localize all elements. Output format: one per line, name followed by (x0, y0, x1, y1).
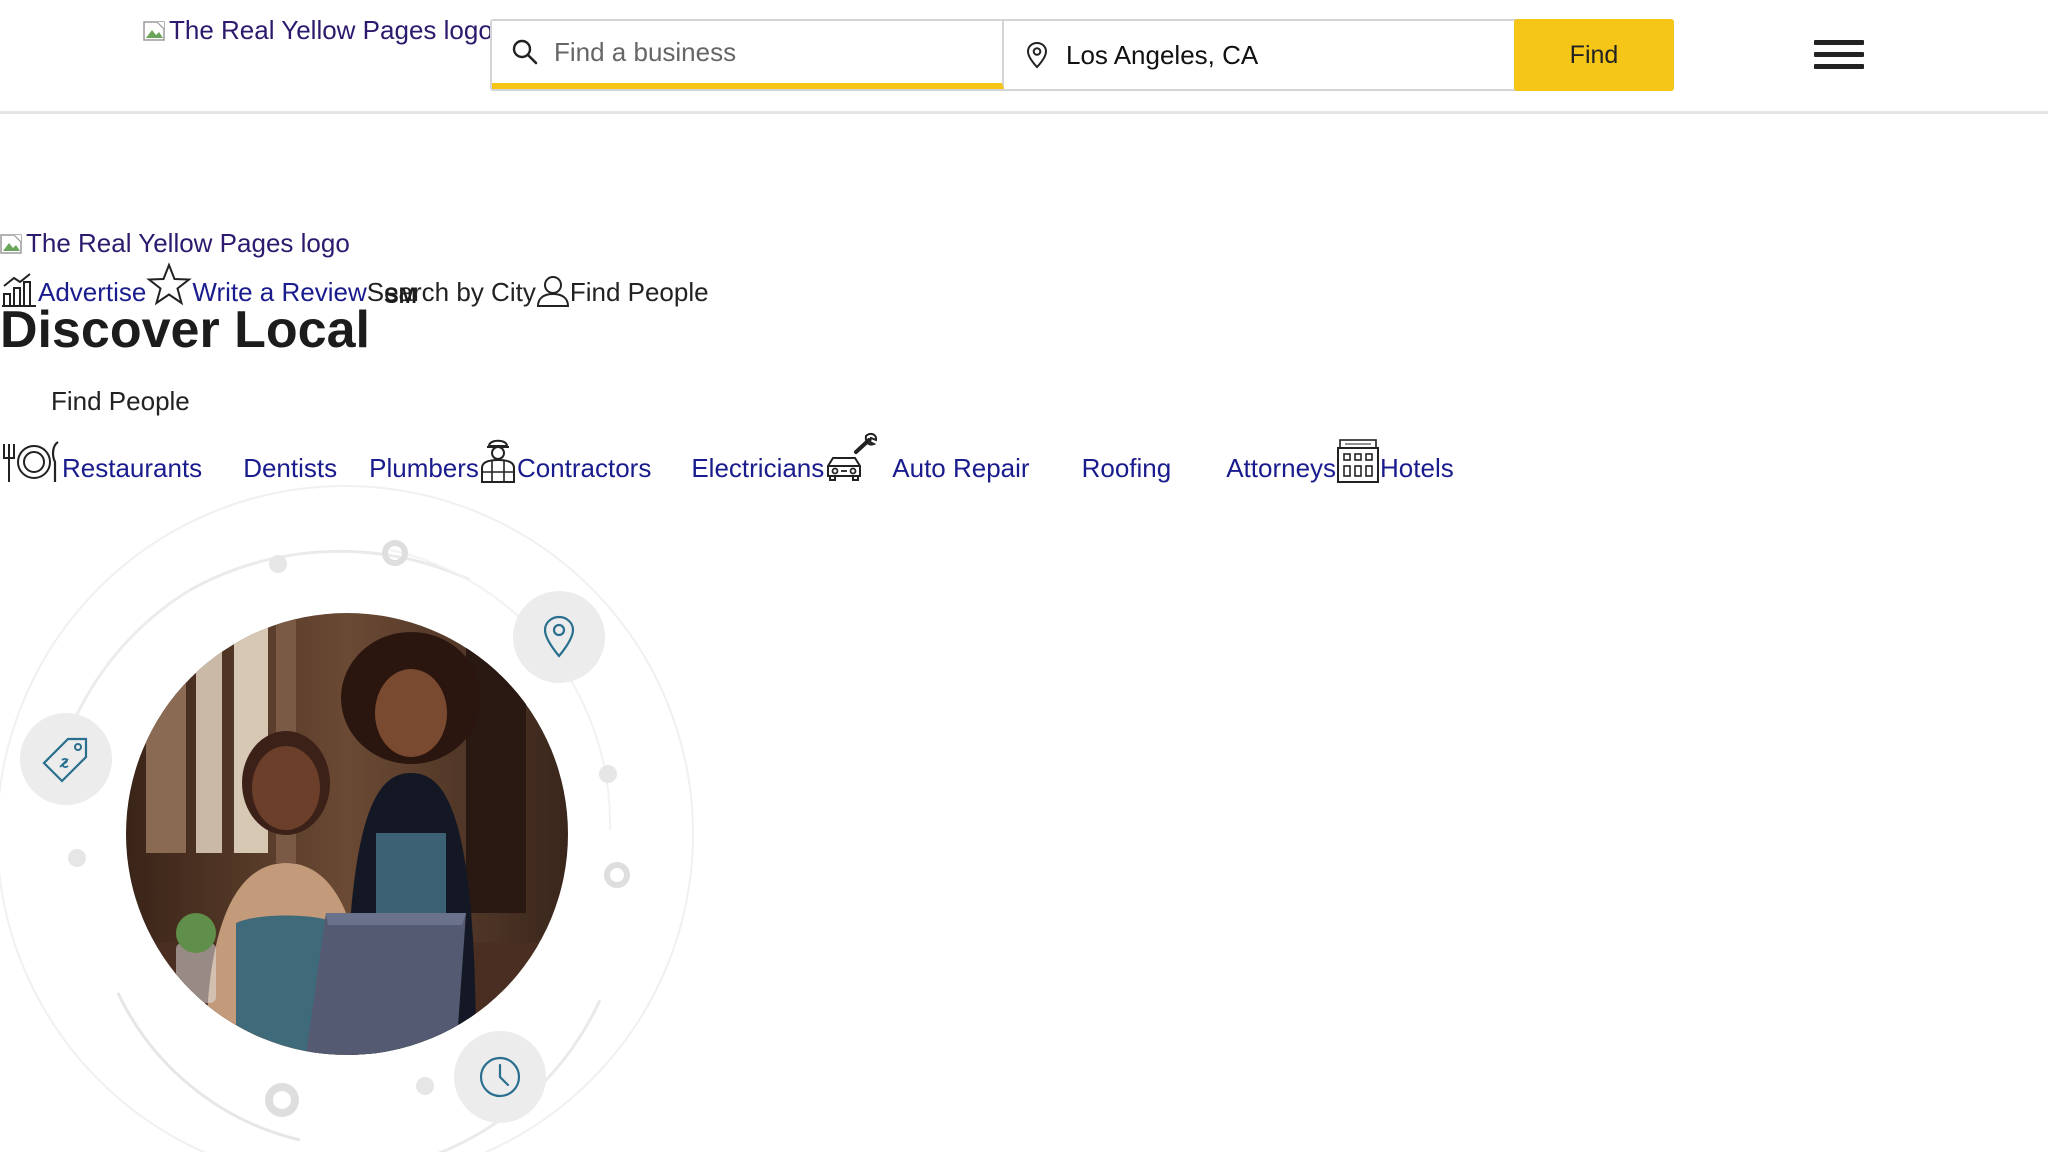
category-electricians[interactable]: Electricians (691, 453, 824, 484)
category-attorneys[interactable]: Attorneys (1226, 453, 1336, 484)
hero-title-text: Discover Local (0, 301, 370, 359)
nav-find-people[interactable]: Find People (536, 274, 709, 308)
secondary-logo[interactable]: The Real Yellow Pages logo (0, 228, 350, 259)
worker-icon (480, 439, 515, 483)
category-contractors[interactable]: Contractors (479, 434, 651, 484)
person-icon (536, 276, 569, 307)
service-mark: SM (383, 282, 417, 308)
category-hotels-link[interactable]: Hotels (1380, 453, 1454, 484)
business-search-field (492, 21, 1004, 89)
secondary-logo-alt-text: The Real Yellow Pages logo (26, 228, 350, 258)
category-links: Restaurants Dentists Plumbers Contractor… (0, 424, 1454, 484)
business-search-input[interactable] (554, 36, 974, 68)
hero-find-people[interactable]: Find People (51, 386, 190, 417)
site-logo[interactable]: The Real Yellow Pages logo (143, 15, 493, 46)
location-input[interactable] (1066, 39, 1486, 71)
utensils-icon (3, 441, 59, 482)
broken-image-icon (0, 232, 24, 256)
site-logo-alt-text: The Real Yellow Pages logo (169, 15, 493, 45)
location-field (1004, 21, 1514, 89)
clock-bubble (454, 1031, 546, 1123)
search-bar: Find (490, 19, 1674, 91)
clock-icon (479, 1056, 521, 1098)
location-bubble (513, 591, 605, 683)
category-attorneys-link[interactable]: Attorneys (1226, 453, 1336, 484)
price-tag-bubble (20, 713, 112, 805)
menu-icon[interactable] (1814, 40, 1864, 72)
category-hotels[interactable]: Hotels (1336, 438, 1454, 484)
category-restaurants[interactable]: Restaurants (0, 440, 202, 484)
category-electricians-link[interactable]: Electricians (691, 453, 824, 484)
category-auto-repair-link[interactable]: Auto Repair (892, 453, 1029, 484)
hero-photo (126, 613, 568, 1055)
broken-image-icon (143, 19, 167, 43)
find-button[interactable]: Find (1514, 19, 1674, 91)
hotel-icon (1337, 439, 1380, 483)
location-pin-icon (1026, 41, 1048, 69)
category-roofing[interactable]: Roofing (1082, 453, 1172, 484)
price-tag-icon (42, 737, 88, 783)
category-auto-repair[interactable]: Auto Repair (824, 432, 1030, 484)
search-icon (512, 39, 538, 65)
location-pin-icon (543, 615, 575, 658)
hero-title: Discover Local SM (0, 283, 417, 360)
site-header: The Real Yellow Pages logo Find (0, 0, 2048, 114)
nav-find-people-label[interactable]: Find People (570, 277, 709, 308)
car-wrench-icon (827, 432, 878, 481)
category-roofing-link[interactable]: Roofing (1082, 453, 1172, 484)
